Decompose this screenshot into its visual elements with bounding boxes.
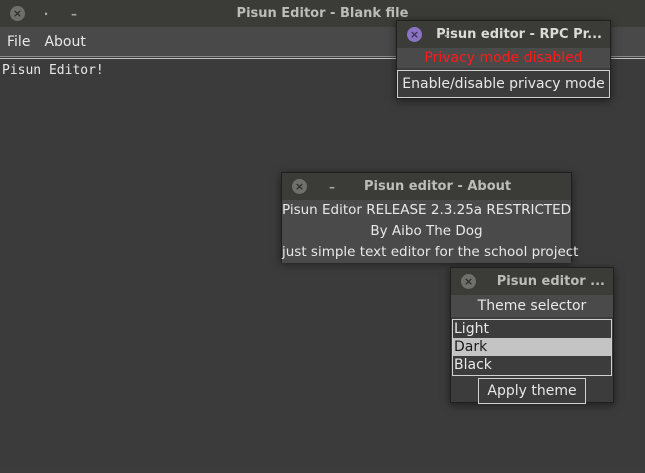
minimize-icon[interactable]: – — [440, 28, 454, 42]
minimize-icon[interactable]: – — [325, 180, 339, 194]
window-title: Pisun Editor - Blank file — [236, 6, 409, 21]
rpc-window: × – Pisun editor - RPC Pr... Privacy mod… — [396, 20, 611, 99]
about-window-controls: × – — [292, 179, 339, 194]
about-author-text: By Aibo The Dog — [282, 221, 571, 242]
rpc-window-title: Pisun editor - RPC Pr... — [436, 27, 602, 42]
text-editor-area[interactable]: Pisun Editor! — [0, 58, 645, 470]
menu-about[interactable]: About — [37, 34, 92, 50]
theme-option-light[interactable]: Light — [453, 320, 611, 338]
minimize-icon[interactable]: – — [67, 7, 81, 21]
theme-option-dark[interactable]: Dark — [453, 338, 611, 356]
close-icon[interactable]: × — [461, 274, 476, 289]
theme-selector-label: Theme selector — [451, 295, 613, 317]
theme-titlebar: × Pisun editor ... — [451, 268, 613, 295]
close-icon[interactable]: × — [407, 27, 422, 42]
about-window: × – Pisun editor - About Pisun Editor RE… — [281, 172, 578, 263]
about-titlebar: × – Pisun editor - About — [282, 173, 571, 200]
rpc-titlebar: × – Pisun editor - RPC Pr... — [397, 21, 610, 48]
about-window-title: Pisun editor - About — [364, 179, 512, 194]
theme-window: × Pisun editor ... Theme selector Light … — [450, 267, 614, 404]
theme-window-controls: × — [461, 274, 476, 289]
toggle-privacy-button[interactable]: Enable/disable privacy mode — [397, 70, 610, 98]
theme-listbox[interactable]: Light Dark Black — [452, 319, 612, 376]
about-version-text: Pisun Editor RELEASE 2.3.25a RESTRICTED — [282, 200, 571, 221]
privacy-status-label: Privacy mode disabled — [397, 48, 610, 68]
close-icon[interactable]: × — [10, 6, 25, 21]
about-description-text: just simple text editor for the school p… — [282, 242, 578, 263]
rpc-window-controls: × – — [407, 27, 454, 42]
menu-file[interactable]: File — [0, 34, 37, 50]
theme-window-title: Pisun editor ... — [496, 274, 605, 289]
apply-theme-button[interactable]: Apply theme — [478, 378, 586, 404]
close-icon[interactable]: × — [292, 179, 307, 194]
theme-option-black[interactable]: Black — [453, 356, 611, 374]
restore-icon[interactable]: · — [39, 7, 53, 21]
window-controls: × · – — [10, 6, 81, 21]
